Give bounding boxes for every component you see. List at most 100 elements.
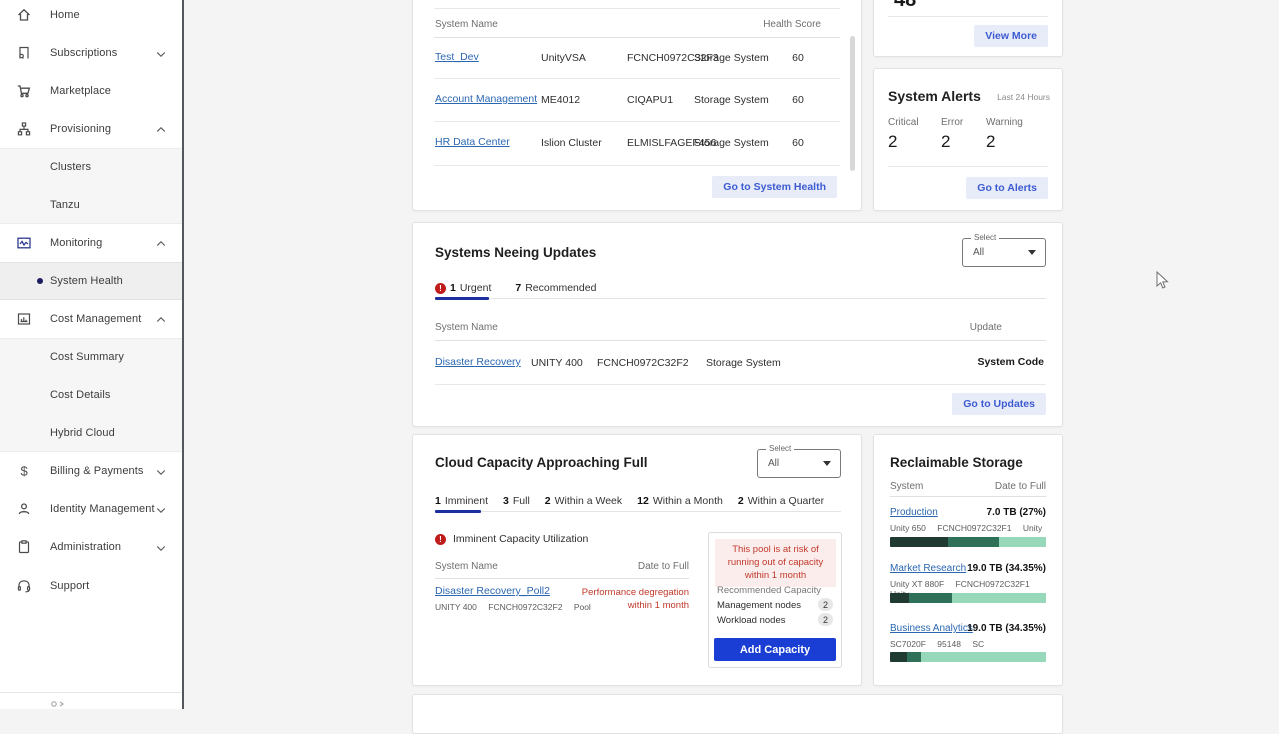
tab-label: Imminent (445, 495, 488, 507)
metric-value: 48 (894, 0, 916, 12)
tab-count: 2 (545, 495, 551, 507)
imminent-section-header: Imminent Capacity Utilization (435, 533, 588, 545)
tab-baseline (435, 511, 841, 512)
bar-segment-reclaimable (909, 593, 953, 603)
sidebar-item-system-health[interactable]: System Health (0, 262, 182, 300)
updates-filter-select[interactable]: Select All (962, 238, 1046, 267)
view-more-button[interactable]: View More (974, 25, 1048, 47)
system-link[interactable]: Test_Dev (435, 51, 479, 63)
sidebar-item-label: Cost Summary (50, 351, 124, 363)
model-cell: Islion Cluster (541, 137, 602, 149)
tab-count: 1 (450, 282, 456, 294)
tab-within-quarter[interactable]: 2 Within a Quarter (738, 495, 824, 507)
active-tab-underline (435, 297, 489, 300)
tab-urgent[interactable]: 1 Urgent (435, 282, 491, 294)
bar-segment-free (999, 537, 1046, 547)
type-cell: SC (972, 639, 984, 649)
sidebar-item-marketplace[interactable]: Marketplace (0, 72, 182, 110)
sidebar-item-label: Clusters (50, 161, 91, 173)
storage-bar (890, 652, 1046, 662)
sidebar-item-support[interactable]: Support (0, 567, 182, 605)
sidebar-item-label: Support (50, 580, 89, 592)
chevron-down-icon (155, 541, 167, 553)
tab-within-month[interactable]: 12 Within a Month (637, 495, 723, 507)
sidebar-item-label: Monitoring (50, 237, 102, 249)
active-tab-underline (435, 510, 481, 513)
sidebar-item-monitoring[interactable]: Monitoring (0, 224, 182, 262)
tab-full[interactable]: 3 Full (503, 495, 530, 507)
divider (434, 78, 840, 79)
tab-count: 7 (515, 282, 521, 294)
sidebar-item-provisioning[interactable]: Provisioning (0, 110, 182, 148)
tab-imminent[interactable]: 1 Imminent (435, 495, 488, 507)
model-cell: SC7020F (890, 639, 926, 649)
tab-count: 3 (503, 495, 509, 507)
cloud-capacity-card: Cloud Capacity Approaching Full Select A… (412, 434, 862, 686)
tab-label: Recommended (525, 282, 596, 294)
amount-cell: 7.0 TB (27%) (987, 507, 1046, 518)
amount-cell: 19.0 TB (34.35%) (967, 623, 1046, 634)
system-link[interactable]: HR Data Center (435, 136, 510, 148)
system-alerts-card: System Alerts Last 24 Hours Critical Err… (873, 68, 1063, 211)
sidebar-item-cost-summary[interactable]: Cost Summary (0, 338, 182, 376)
divider (434, 8, 840, 9)
sidebar-item-label: Home (50, 9, 80, 21)
go-to-alerts-button[interactable]: Go to Alerts (966, 177, 1048, 199)
marketplace-icon (16, 83, 32, 99)
table-scrollbar[interactable] (850, 36, 855, 171)
sidebar-item-administration[interactable]: Administration (0, 528, 182, 566)
sidebar-item-subscriptions[interactable]: Subscriptions (0, 34, 182, 72)
model-cell: UnityVSA (541, 52, 586, 64)
model-cell: UNITY 400 (531, 357, 583, 369)
sidebar-item-home[interactable]: Home (0, 0, 182, 34)
add-capacity-button[interactable]: Add Capacity (714, 638, 836, 661)
provisioning-icon (16, 121, 32, 137)
cost-management-icon (16, 311, 32, 327)
select-value: All (768, 458, 779, 469)
storage-bar (890, 537, 1046, 547)
sidebar-item-cost-management[interactable]: Cost Management (0, 300, 182, 338)
sidebar-divider (0, 692, 182, 693)
model-cell: UNITY 400 (435, 602, 477, 612)
type-cell: Storage System (694, 52, 769, 64)
recommendation-panel: This pool is at risk of running out of c… (708, 532, 842, 668)
capacity-filter-select[interactable]: Select All (757, 449, 841, 478)
model-cell: Unity 650 (890, 523, 926, 533)
tab-within-week[interactable]: 2 Within a Week (545, 495, 622, 507)
tab-label: Urgent (460, 282, 492, 294)
system-link[interactable]: Market Research (890, 563, 966, 574)
identity-icon (16, 501, 32, 517)
system-link[interactable]: Business Analytics (890, 623, 973, 634)
pool-risk-alert: This pool is at risk of running out of c… (715, 539, 836, 587)
card-title: Reclaimable Storage (890, 455, 1023, 470)
sidebar-item-clusters[interactable]: Clusters (0, 148, 182, 186)
divider (434, 121, 840, 122)
bar-segment-used (890, 652, 907, 662)
sidebar-item-hybrid-cloud[interactable]: Hybrid Cloud (0, 414, 182, 452)
bottom-partial-icon (48, 699, 66, 709)
node-count-badge: 2 (818, 598, 833, 611)
sidebar-item-cost-details[interactable]: Cost Details (0, 376, 182, 414)
system-link[interactable]: Disaster Recovery_Poll2 (435, 585, 550, 597)
go-to-updates-button[interactable]: Go to Updates (952, 393, 1046, 415)
tab-recommended[interactable]: 7 Recommended (515, 282, 596, 294)
go-to-system-health-button[interactable]: Go to System Health (712, 176, 837, 198)
system-link[interactable]: Account Management (435, 93, 537, 105)
sidebar-item-label: Administration (50, 541, 121, 553)
warning-label: Warning (986, 117, 1023, 128)
select-label: Select (971, 233, 999, 242)
sidebar-item-billing-payments[interactable]: $ Billing & Payments (0, 452, 182, 490)
chevron-down-icon (155, 503, 167, 515)
sidebar-item-tanzu[interactable]: Tanzu (0, 186, 182, 224)
chevron-up-icon (155, 123, 167, 135)
error-label: Error (941, 117, 963, 128)
system-link[interactable]: Disaster Recovery (435, 356, 521, 368)
monitoring-icon (16, 235, 32, 251)
node-count-badge: 2 (818, 613, 833, 626)
serial-cell: FCNCH0972C32F1 (937, 523, 1011, 533)
type-cell: Unity (1023, 523, 1042, 533)
update-cell: System Code (977, 356, 1044, 368)
system-link[interactable]: Production (890, 507, 938, 518)
systems-needing-updates-card: Systems Neeing Updates Select All 1 Urge… (412, 222, 1063, 427)
sidebar-item-identity-management[interactable]: Identity Management (0, 490, 182, 528)
